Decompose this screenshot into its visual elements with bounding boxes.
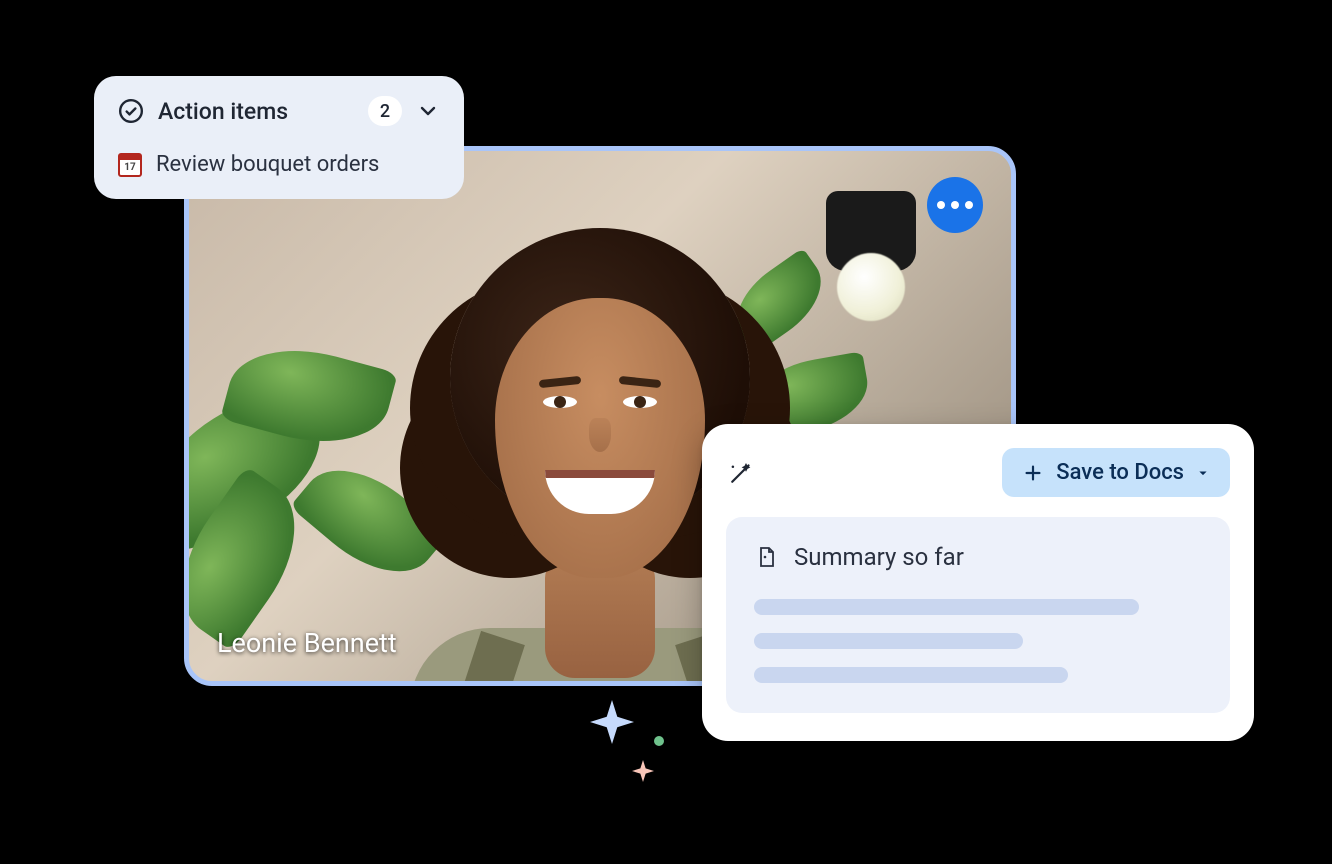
magic-wand-icon [726, 458, 756, 488]
participant-name-label: Leonie Bennett [217, 627, 397, 659]
lamp-graphic [811, 191, 931, 311]
action-items-header[interactable]: Action items 2 [118, 96, 440, 126]
save-to-docs-button[interactable]: Save to Docs [1002, 448, 1230, 497]
sparkle-icon [590, 700, 634, 744]
accent-dot [654, 736, 664, 746]
action-item-label: Review bouquet orders [156, 152, 379, 177]
dropdown-caret-icon [1196, 466, 1210, 480]
summary-body: Summary so far [726, 517, 1230, 713]
action-items-card: Action items 2 17 Review bouquet orders [94, 76, 464, 199]
calendar-icon: 17 [118, 153, 142, 177]
plus-icon [1022, 462, 1044, 484]
document-icon [754, 545, 778, 569]
more-options-button[interactable] [927, 177, 983, 233]
summary-skeleton-line [754, 667, 1068, 683]
summary-panel: Save to Docs Summary so far [702, 424, 1254, 741]
action-item-row[interactable]: 17 Review bouquet orders [118, 152, 440, 177]
save-to-docs-label: Save to Docs [1056, 460, 1184, 485]
summary-skeleton-line [754, 633, 1023, 649]
chevron-down-icon[interactable] [416, 99, 440, 123]
summary-skeleton-line [754, 599, 1139, 615]
sparkle-icon [632, 760, 654, 782]
check-circle-icon [118, 98, 144, 124]
more-icon [937, 201, 945, 209]
action-items-count-badge: 2 [368, 96, 402, 126]
summary-title-label: Summary so far [794, 543, 964, 571]
action-items-title: Action items [158, 98, 288, 125]
